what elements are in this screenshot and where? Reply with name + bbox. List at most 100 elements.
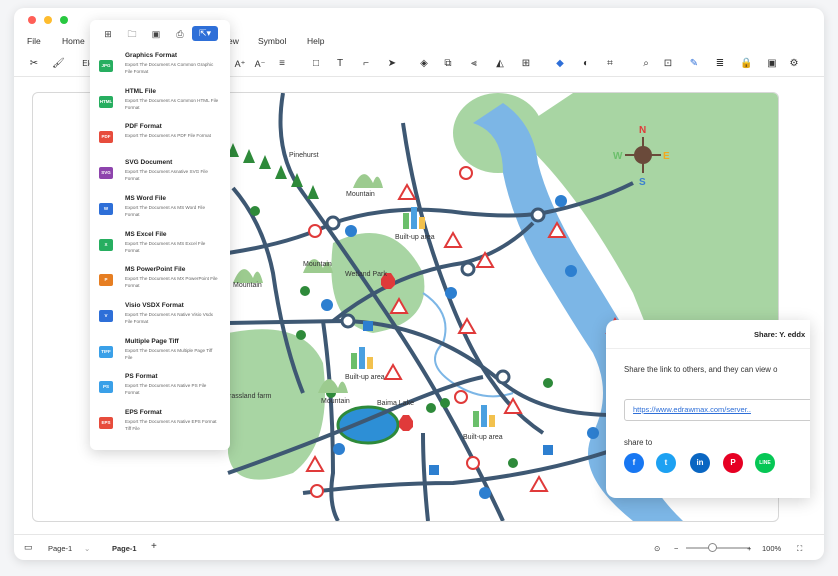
tree [300, 286, 310, 296]
maximize-window-button[interactable] [60, 16, 68, 24]
font-grow-icon[interactable]: A⁺ [234, 58, 246, 70]
stop-sign [399, 415, 413, 431]
building [403, 213, 409, 229]
menu-symbol[interactable]: Symbol [258, 36, 286, 46]
fullscreen-icon[interactable]: ⛶ [797, 544, 802, 554]
export-item[interactable]: EPS EPS Format Export The Document As Nati… [90, 409, 230, 444]
export-item[interactable]: P MS PowerPoint File Export The Document A… [90, 266, 230, 301]
close-window-button[interactable] [28, 16, 36, 24]
linkedin-icon[interactable]: in [690, 453, 710, 473]
minimize-window-button[interactable] [44, 16, 52, 24]
tree [275, 165, 287, 179]
tree [426, 403, 436, 413]
zoom-in-button[interactable]: + [747, 544, 751, 553]
cut-icon[interactable]: ✂ [28, 58, 40, 70]
prohibition-sign [459, 166, 473, 180]
map-label-mountain: Mountain [233, 282, 262, 289]
tab-page-1[interactable]: Page-1 [112, 544, 137, 553]
fill-color-icon[interactable]: ◆ [554, 58, 566, 70]
lock-icon[interactable]: 🔒 [740, 58, 752, 70]
tree [250, 206, 260, 216]
pointer-icon[interactable]: ➤ [386, 58, 398, 70]
share-link[interactable]: https://www.edrawmax.com/server.. [633, 405, 751, 414]
menu-help[interactable]: Help [307, 36, 324, 46]
page-view-icon[interactable]: ▭ [24, 542, 33, 553]
building [359, 347, 365, 369]
crossing-sign [543, 445, 553, 455]
share-link-field[interactable]: https://www.edrawmax.com/server.. [624, 399, 810, 421]
layers-icon[interactable]: ◈ [418, 58, 430, 70]
building [473, 411, 479, 427]
map-label-baima-lake: Baima Lake [377, 400, 414, 407]
format-painter-icon[interactable]: 🖌 [52, 58, 65, 70]
zoom-out-button[interactable]: − [674, 544, 678, 553]
tree [307, 185, 319, 199]
add-page-button[interactable]: + [151, 541, 157, 552]
new-file-icon[interactable]: ⊞ [102, 28, 114, 40]
export-item-title: EPS Format [125, 409, 162, 416]
export-item-title: MS Excel File [125, 230, 167, 238]
prohibition-sign [308, 224, 322, 238]
road [421, 432, 430, 521]
direction-sign [333, 443, 345, 455]
rectangle-icon[interactable]: □ [310, 58, 322, 70]
export-item[interactable]: W MS Word File Export The Document As MS W… [90, 195, 230, 230]
direction-sign [555, 195, 567, 207]
map-label-built-up-area: Built-up area [345, 374, 385, 381]
frame-icon[interactable]: ▣ [766, 58, 778, 70]
crossing-sign [429, 465, 439, 475]
crop-icon[interactable]: ⌗ [604, 58, 616, 70]
flip-icon[interactable]: ◭ [494, 58, 506, 70]
file-format-icon: EPS [99, 417, 113, 429]
page-select[interactable]: Page-1 [48, 544, 72, 553]
warning-sign [383, 362, 403, 380]
facebook-icon[interactable]: f [624, 453, 644, 473]
map-label-built-up-area: Built-up area [463, 434, 503, 441]
align-icon[interactable]: ≡ [276, 58, 288, 70]
export-icon[interactable]: ⇱▾ [192, 26, 218, 41]
zoom-slider[interactable] [686, 547, 750, 549]
font-shrink-icon[interactable]: A⁻ [254, 58, 266, 70]
export-item[interactable]: JPG Graphics Format Export The Document As… [90, 52, 230, 87]
export-item[interactable]: X MS Excel File Export The Document As MS … [90, 231, 230, 266]
direction-sign [445, 287, 457, 299]
shadow-icon[interactable]: ◐ [580, 58, 592, 70]
more-tools-icon[interactable]: ⚙ [788, 58, 800, 70]
zoom-level[interactable]: 100% [762, 544, 781, 553]
align-left-icon[interactable]: ⫷ [468, 58, 480, 70]
connector-icon[interactable]: ⌐ [360, 58, 372, 70]
export-item[interactable]: PS PS Format Export The Document As Native… [90, 373, 230, 408]
export-item-description: Export The Document As MS Word File Form… [125, 204, 205, 217]
building [419, 217, 425, 229]
export-item[interactable]: HTML HTML File Export The Document As Comm… [90, 88, 230, 123]
map-label-grassland-farm: rassland farm [229, 393, 272, 400]
menu-file[interactable]: File [27, 36, 41, 46]
export-item[interactable]: TIFF Multiple Page Tiff Export The Documen… [90, 338, 230, 373]
play-icon[interactable]: ⊙ [654, 544, 660, 553]
export-item-description: Export The Document As Common HTML File … [125, 97, 219, 110]
print-icon[interactable]: ⎙ [174, 28, 186, 40]
search-icon[interactable]: ⌕ [640, 58, 652, 70]
line-icon[interactable]: LINE [755, 453, 775, 473]
compass-south: S [639, 177, 646, 188]
distribute-icon[interactable]: ⊞ [520, 58, 532, 70]
export-item[interactable]: SVG SVG Document Export The Document Asnat… [90, 159, 230, 194]
line-color-icon[interactable]: ✎ [688, 58, 700, 70]
chevron-down-icon[interactable]: ⌄ [84, 544, 90, 553]
export-item-description: Export The Document As MS Excel File For… [125, 240, 206, 253]
text-icon[interactable]: T [334, 58, 346, 70]
line-style-icon[interactable]: ≣ [714, 58, 726, 70]
export-item[interactable]: V Visio VSDX Format Export The Document As… [90, 302, 230, 337]
export-item-title: PDF Format [125, 123, 162, 131]
export-item-description: Export The Document As PDF File Format [125, 133, 211, 139]
building [351, 353, 357, 369]
export-item[interactable]: PDF PDF Format Export The Document As PDF … [90, 123, 230, 158]
zoom-slider-handle[interactable] [708, 543, 717, 552]
group-icon[interactable]: ⧉ [442, 58, 454, 70]
twitter-icon[interactable]: t [656, 453, 676, 473]
zoom-area-icon[interactable]: ⊡ [662, 58, 674, 70]
menu-home[interactable]: Home [62, 36, 85, 46]
save-icon[interactable]: ▣ [150, 28, 162, 40]
open-folder-icon[interactable]: 🗀 [126, 28, 138, 40]
pinterest-icon[interactable]: P [723, 453, 743, 473]
